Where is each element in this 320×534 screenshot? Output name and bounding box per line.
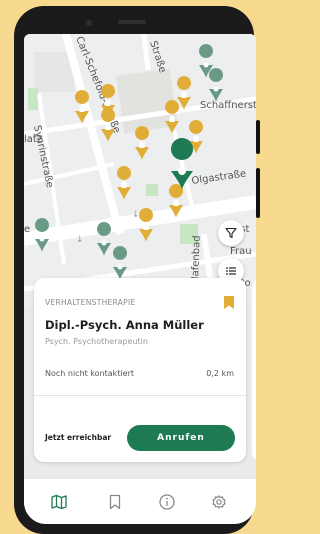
bookmark-icon	[224, 296, 234, 309]
volume-button	[256, 120, 260, 154]
street-label-schaffner: Schaffnerstraße	[200, 100, 256, 111]
list-icon	[226, 267, 236, 275]
front-camera	[86, 20, 92, 26]
settings-icon	[212, 495, 226, 509]
next-card-peek[interactable]	[252, 278, 256, 462]
app-screen: Carl-Schefold-Straße Synrinstraße Schaff…	[24, 34, 256, 524]
street-label-frau: Frau	[230, 246, 252, 257]
filter-button[interactable]	[218, 220, 244, 246]
category-label: VERHALTENSTHERAPIE	[45, 298, 136, 307]
nav-settings[interactable]	[210, 493, 228, 511]
nav-info[interactable]	[158, 493, 176, 511]
street-label-e: e	[24, 224, 30, 235]
bookmark-button[interactable]	[224, 294, 234, 313]
power-button	[256, 168, 260, 218]
reachability-label: Jetzt erreichbar	[45, 433, 112, 442]
map-view[interactable]: Carl-Schefold-Straße Synrinstraße Schaff…	[24, 34, 256, 306]
map-icon	[51, 494, 67, 510]
street-label-latz: latz	[24, 134, 42, 145]
one-way-arrow-icon: ↓	[76, 235, 84, 245]
filter-icon	[225, 227, 237, 239]
speaker-grille	[118, 20, 146, 24]
therapist-name: Dipl.-Psych. Anna Müller	[45, 318, 204, 332]
info-icon	[159, 494, 175, 510]
bottom-nav	[24, 478, 256, 524]
street-label-hafenbad: Hafenbad	[190, 235, 203, 284]
contact-status: Noch nicht kontaktiert	[45, 369, 135, 378]
nav-bookmarks[interactable]	[106, 493, 124, 511]
therapist-profession: Psych. Psychotherapeutin	[45, 337, 148, 346]
nav-map[interactable]	[50, 493, 68, 511]
call-button[interactable]: Anrufen	[127, 425, 235, 451]
one-way-arrow-icon: ↓	[132, 210, 140, 220]
card-divider	[34, 395, 246, 396]
distance-label: 0,2 km	[206, 369, 234, 378]
bookmark-icon	[109, 494, 121, 510]
therapist-card[interactable]: VERHALTENSTHERAPIE Dipl.-Psych. Anna Mül…	[34, 278, 246, 462]
